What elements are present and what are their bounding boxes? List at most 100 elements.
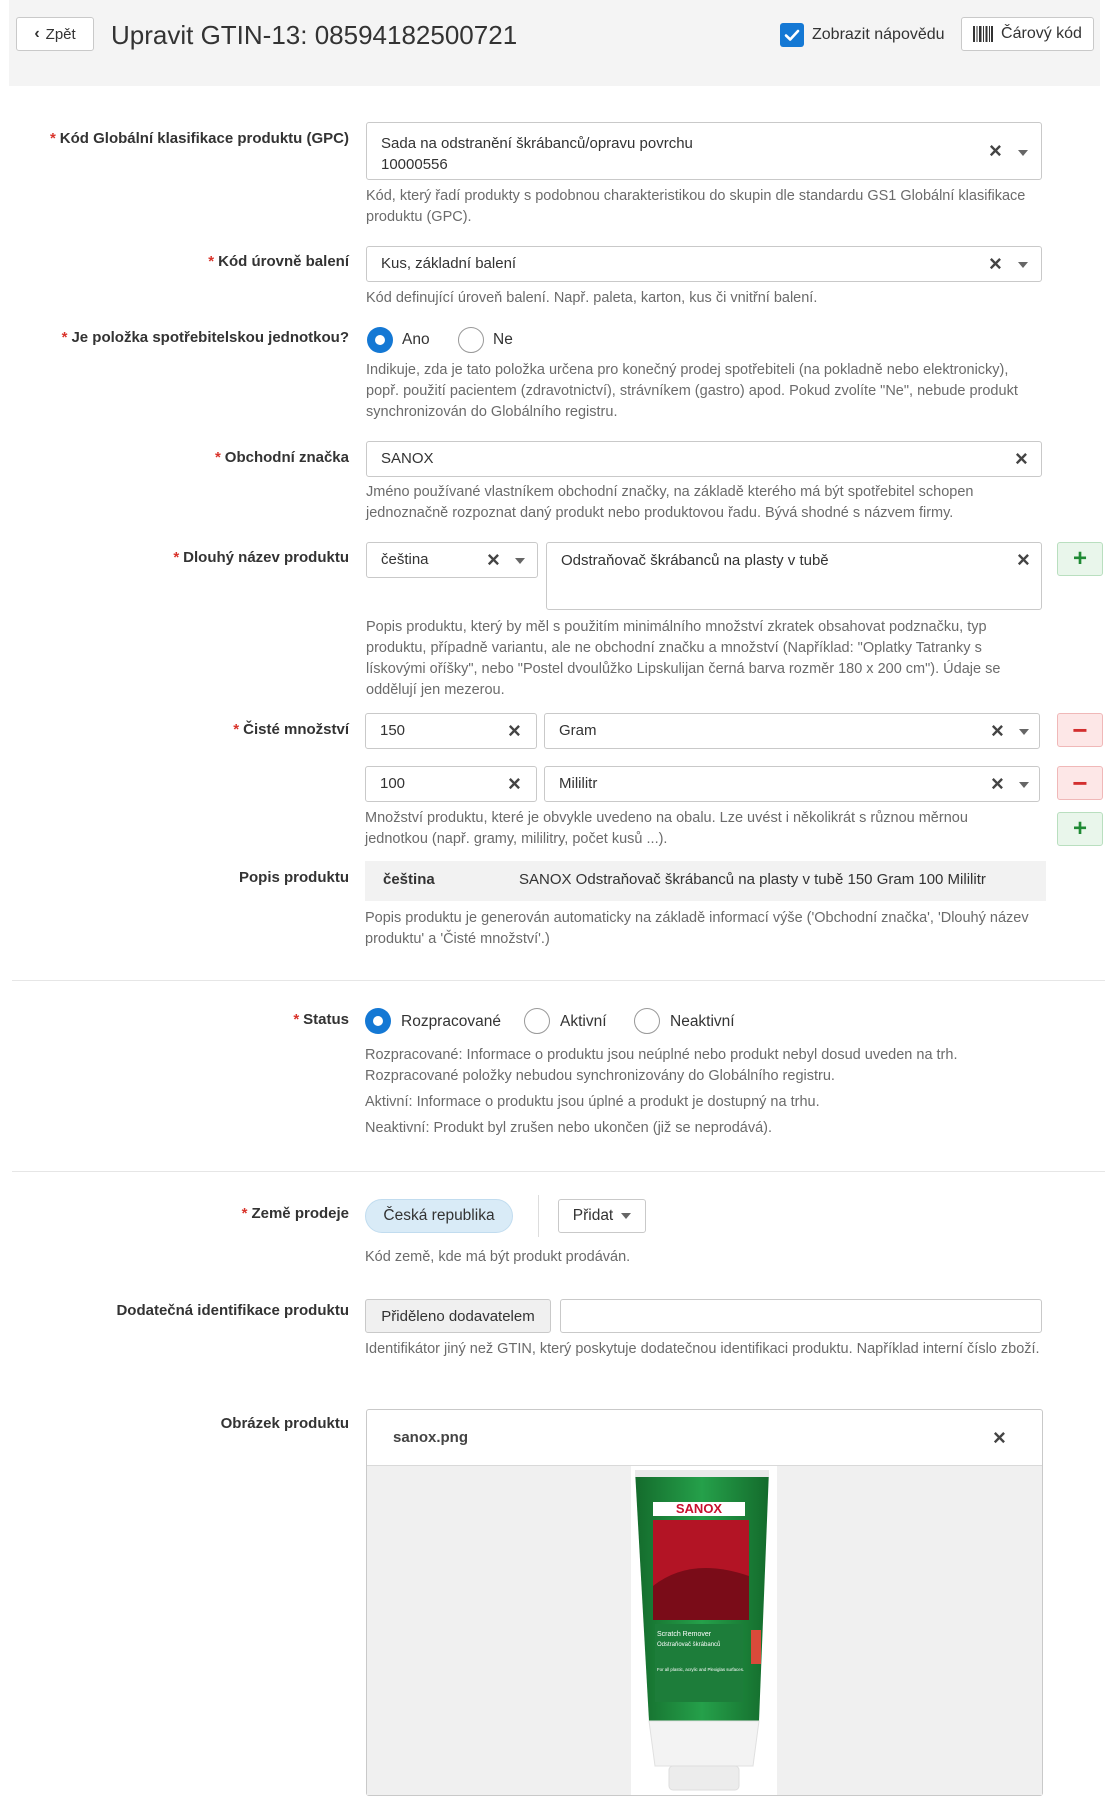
clear-icon[interactable]: × xyxy=(989,140,1002,162)
status-inactive-label[interactable]: Neaktivní xyxy=(670,1011,735,1033)
chevron-down-icon[interactable] xyxy=(1018,262,1028,268)
clear-icon[interactable]: × xyxy=(991,720,1004,742)
image-preview-area: SANOX Scratch Remover Odstraňovač škrába… xyxy=(367,1466,1042,1795)
status-help-active: Aktivní: Informace o produktu jsou úplné… xyxy=(365,1094,820,1110)
gpc-select[interactable]: Sada na odstranění škrábanců/opravu povr… xyxy=(366,122,1042,180)
consumer-unit-no-radio[interactable] xyxy=(458,327,484,353)
add-net-content-button[interactable]: + xyxy=(1057,812,1103,846)
chevron-down-icon[interactable] xyxy=(1019,782,1029,788)
gpc-help: Kód, který řadí produkty s podobnou char… xyxy=(366,188,1026,225)
brand-help: Jméno používané vlastníkem obchodní znač… xyxy=(366,484,974,521)
image-file-bar: sanox.png × xyxy=(367,1410,1042,1466)
description-box: čeština SANOX Odstraňovač škrábanců na p… xyxy=(365,861,1046,901)
additional-id-type-button[interactable]: Přiděleno dodavatelem xyxy=(365,1299,551,1333)
clear-icon[interactable]: × xyxy=(508,720,521,742)
additional-id-input[interactable] xyxy=(560,1299,1042,1333)
consumer-unit-help: Indikuje, zda je tato položka určena pro… xyxy=(366,362,1018,420)
consumer-unit-yes-label[interactable]: Ano xyxy=(402,329,430,351)
tube-surface-text: For all plastic, acrylic and Plexiglas s… xyxy=(657,1667,744,1672)
countries-separator xyxy=(538,1195,539,1237)
clear-icon[interactable]: × xyxy=(508,773,521,795)
required-marker: * xyxy=(49,130,56,147)
gpc-label: * Kód Globální klasifikace produktu (GPC) xyxy=(49,130,349,147)
image-panel: sanox.png × SANOX Scratch Remover Odstra… xyxy=(366,1409,1043,1796)
product-image: SANOX Scratch Remover Odstraňovač škrába… xyxy=(631,1466,777,1795)
long-name-input[interactable]: Odstraňovač škrábanců na plasty v tubě × xyxy=(546,542,1042,610)
net-content-amount-value: 100 xyxy=(380,775,406,792)
back-button-label: Zpět xyxy=(45,25,76,43)
plus-icon: + xyxy=(1072,815,1087,842)
consumer-unit-no-label[interactable]: Ne xyxy=(493,329,513,351)
gpc-select-value-name: Sada na odstranění škrábanců/opravu povr… xyxy=(381,135,693,152)
consumer-unit-label: * Je položka spotřebitelskou jednotkou? xyxy=(61,329,349,346)
description-language: čeština xyxy=(383,871,435,888)
clear-icon[interactable]: × xyxy=(487,549,500,571)
net-content-amount-input[interactable]: 100 × xyxy=(365,766,537,802)
long-name-language-select[interactable]: čeština × xyxy=(366,542,538,578)
remove-net-content-button[interactable]: − xyxy=(1057,766,1103,800)
add-long-name-button[interactable]: + xyxy=(1057,542,1103,576)
additional-id-type-label: Přiděleno dodavatelem xyxy=(381,1307,535,1325)
net-content-label: * Čisté množství xyxy=(233,721,349,738)
status-active-label[interactable]: Aktivní xyxy=(560,1011,607,1033)
description-label: Popis produktu xyxy=(239,869,349,886)
minus-icon: − xyxy=(1072,767,1088,798)
net-content-amount-value: 150 xyxy=(380,722,406,739)
barcode-button-label: Čárový kód xyxy=(1001,25,1082,42)
packaging-select[interactable]: Kus, základní balení × xyxy=(366,246,1042,282)
product-tube-illustration: SANOX Scratch Remover Odstraňovač škrába… xyxy=(635,1470,769,1791)
additional-id-help: Identifikátor jiný než GTIN, který posky… xyxy=(365,1341,1040,1357)
long-name-help: Popis produktu, který by měl s použitím … xyxy=(366,619,1001,698)
brand-input[interactable]: SANOX × xyxy=(366,441,1042,477)
additional-id-label: Dodatečná identifikace produktu xyxy=(116,1302,349,1319)
chevron-left-icon: ‹ xyxy=(34,25,40,42)
minus-icon: − xyxy=(1072,714,1088,745)
add-country-label: Přidat xyxy=(572,1207,614,1224)
chevron-down-icon[interactable] xyxy=(1019,729,1029,735)
back-button[interactable]: ‹ Zpět xyxy=(16,17,94,51)
clear-icon[interactable]: × xyxy=(1015,448,1028,470)
chevron-down-icon[interactable] xyxy=(515,558,525,564)
status-help-draft: Rozpracované: Informace o produktu jsou … xyxy=(365,1047,958,1084)
status-inactive-radio[interactable] xyxy=(634,1008,660,1034)
status-active-radio[interactable] xyxy=(524,1008,550,1034)
chevron-down-icon[interactable] xyxy=(1018,150,1028,156)
clear-icon[interactable]: × xyxy=(991,773,1004,795)
clear-icon[interactable]: × xyxy=(1017,549,1030,571)
status-draft-label[interactable]: Rozpracované xyxy=(401,1011,501,1033)
countries-label: * Země prodeje xyxy=(241,1205,349,1222)
page-title: Upravit GTIN-13: 08594182500721 xyxy=(111,20,518,50)
image-filename: sanox.png xyxy=(393,1429,469,1446)
long-name-input-value: Odstraňovač škrábanců na plasty v tubě xyxy=(561,552,829,569)
plus-icon: + xyxy=(1072,545,1087,572)
description-help: Popis produktu je generován automaticky … xyxy=(365,910,1029,947)
net-content-unit-select[interactable]: Mililitr × xyxy=(544,766,1040,802)
net-content-unit-select[interactable]: Gram × xyxy=(544,713,1040,749)
consumer-unit-yes-radio[interactable] xyxy=(367,327,393,353)
image-label: Obrázek produktu xyxy=(220,1415,349,1432)
long-name-label: * Dlouhý název produktu xyxy=(173,549,349,566)
country-chip[interactable]: Česká republika xyxy=(365,1199,513,1233)
countries-help: Kód země, kde má být produkt prodáván. xyxy=(365,1249,631,1265)
remove-image-icon[interactable]: × xyxy=(993,1427,1006,1449)
status-draft-radio[interactable] xyxy=(365,1008,391,1034)
add-country-button[interactable]: Přidat xyxy=(558,1199,646,1233)
packaging-select-value: Kus, základní balení xyxy=(381,255,517,272)
caret-down-icon xyxy=(621,1213,632,1219)
help-toggle-label[interactable]: Zobrazit nápovědu xyxy=(812,22,945,48)
help-checkbox[interactable] xyxy=(780,23,804,47)
long-name-language-value: čeština xyxy=(381,551,429,568)
remove-net-content-button[interactable]: − xyxy=(1057,713,1103,747)
net-content-amount-input[interactable]: 150 × xyxy=(365,713,537,749)
checkmark-icon xyxy=(784,29,800,41)
clear-icon[interactable]: × xyxy=(989,253,1002,275)
net-content-help: Množství produktu, které je obvykle uved… xyxy=(365,810,968,847)
country-chip-label: Česká republika xyxy=(383,1207,495,1224)
required-marker: * xyxy=(61,329,68,346)
section-divider xyxy=(12,980,1105,981)
tube-product-text: Scratch Remover xyxy=(657,1631,712,1638)
barcode-button[interactable]: Čárový kód xyxy=(961,17,1094,51)
required-marker: * xyxy=(173,549,180,566)
required-marker: * xyxy=(208,253,215,270)
packaging-help: Kód definující úroveň balení. Např. pale… xyxy=(366,290,818,306)
